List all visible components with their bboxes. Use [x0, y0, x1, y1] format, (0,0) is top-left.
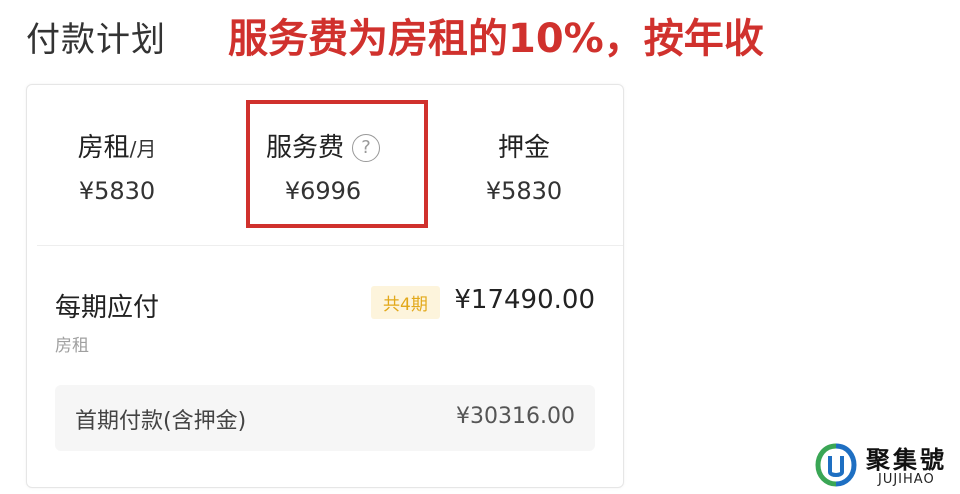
page-title: 付款计划 [26, 20, 166, 60]
deposit-value: ¥5830 [485, 177, 563, 205]
annotation-text: 服务费为房租的10%，按年收 [228, 16, 764, 62]
watermark-logo: 聚集號 JUJIHAO [814, 440, 954, 492]
first-payment-amount: ¥30316.00 [456, 404, 575, 429]
deposit-label: 押金 [497, 133, 550, 163]
payment-plan-card: 房租/月 ¥5830 服务费? ¥6996 押金 ¥5830 每期应付 房租 共… [26, 84, 624, 488]
rent-column: 房租/月 ¥5830 [27, 85, 207, 241]
rent-unit: /月 [129, 137, 157, 161]
watermark-name-cn: 聚集號 [866, 445, 947, 474]
watermark-logo-icon [815, 443, 857, 487]
first-payment-row: 首期付款(含押金) ¥30316.00 [55, 385, 595, 451]
divider [37, 245, 623, 246]
deposit-column: 押金 ¥5830 [434, 85, 614, 241]
watermark-name-en: JUJIHAO [878, 472, 935, 487]
rent-label: 房租 [77, 133, 130, 163]
period-payment-amount: ¥17490.00 [454, 285, 595, 315]
first-payment-label: 首期付款(含押金) [75, 409, 247, 434]
period-count-badge: 共4期 [371, 286, 440, 319]
rent-value: ¥5830 [78, 177, 156, 205]
rent-label-row: 房租/月 [27, 127, 207, 164]
period-payment-sublabel: 房租 [55, 336, 89, 356]
period-payment-label: 每期应付 [55, 293, 160, 323]
service-fee-highlight-box [246, 100, 428, 228]
